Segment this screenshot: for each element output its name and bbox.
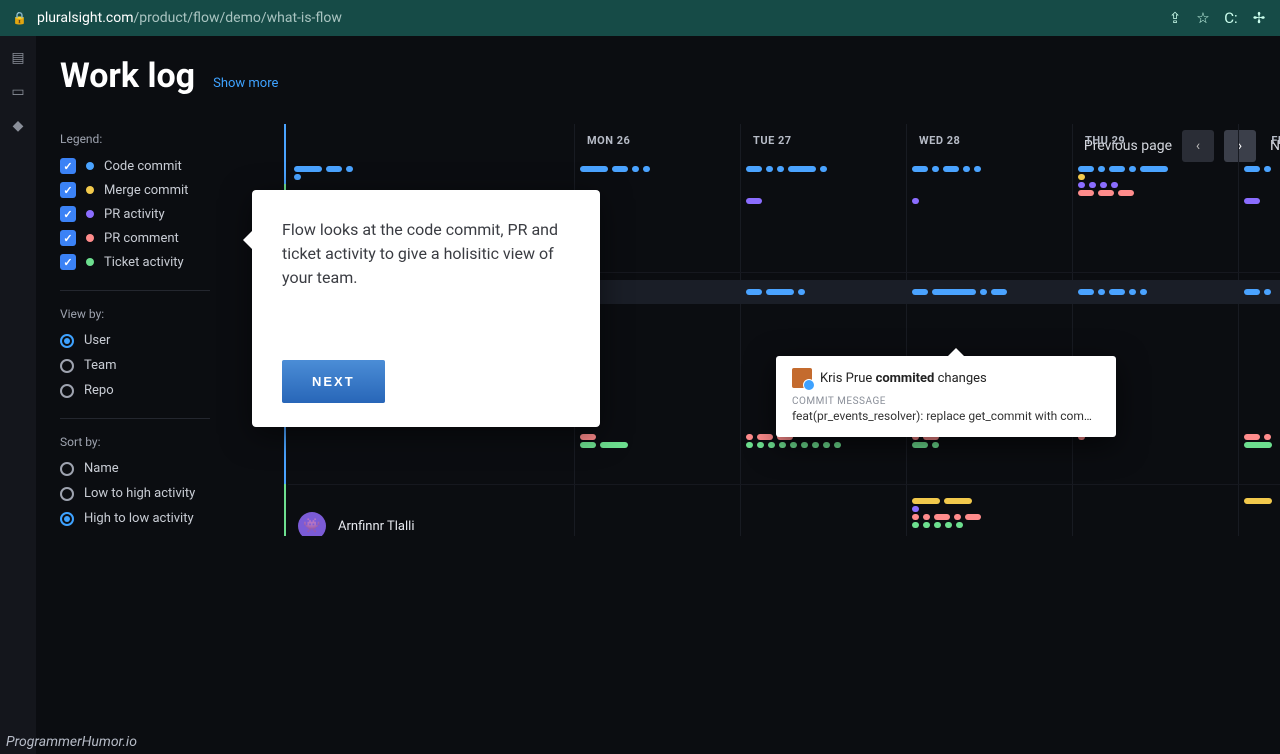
sort-by-label: Sort by:: [60, 435, 250, 449]
checkbox-icon: ✓: [60, 230, 76, 246]
legend-dot-icon: [86, 258, 94, 266]
legend-item-code-commit[interactable]: ✓ Code commit: [60, 158, 250, 174]
filters-sidebar: Legend: ✓ Code commit ✓ Merge commit ✓ P…: [60, 124, 250, 536]
legend-item-pr-activity[interactable]: ✓ PR activity: [60, 206, 250, 222]
tooltip-user: Kris Prue: [820, 371, 872, 386]
share-icon[interactable]: ⇪: [1166, 9, 1184, 27]
radio-icon: [60, 487, 74, 501]
tooltip-action-strong: commited: [876, 371, 935, 386]
sort-by-high-low[interactable]: High to low activity: [60, 511, 250, 526]
url-display[interactable]: pluralsight.com/product/flow/demo/what-i…: [37, 10, 1156, 26]
day-header: MON 26: [575, 124, 740, 167]
avatar-icon: 👾: [298, 512, 326, 536]
app-root: Work log Show more Previous page ‹ › N L…: [36, 36, 1280, 754]
legend-dot-icon: [86, 162, 94, 170]
day-header: FRI 30: [1239, 124, 1280, 167]
view-by-label: View by:: [60, 307, 250, 321]
checkbox-icon: ✓: [60, 182, 76, 198]
nav-icon-1[interactable]: ▤: [11, 50, 24, 66]
url-path: /product/flow/demo/what-is-flow: [134, 10, 342, 26]
legend-item-label: Ticket activity: [104, 255, 184, 270]
radio-icon: [60, 384, 74, 398]
tour-next-button[interactable]: NEXT: [282, 360, 385, 403]
tour-text: Flow looks at the code commit, PR and ti…: [282, 218, 570, 290]
sort-by-low-high[interactable]: Low to high activity: [60, 486, 250, 501]
extension-plus-icon[interactable]: ✢: [1250, 9, 1268, 27]
nav-icon-2[interactable]: ▭: [11, 84, 24, 100]
legend-label: Legend:: [60, 132, 250, 146]
radio-icon: [60, 462, 74, 476]
legend-item-label: Merge commit: [104, 183, 188, 198]
divider: [60, 290, 210, 291]
radio-label: High to low activity: [84, 511, 194, 526]
legend-dot-icon: [86, 210, 94, 218]
day-header: WED 28: [907, 124, 1072, 167]
tooltip-action-rest: changes: [938, 371, 987, 386]
page-header: Work log Show more: [60, 56, 1280, 96]
lock-icon: 🔒: [12, 11, 27, 25]
app-nav-rail: ▤ ▭ ◆: [0, 36, 36, 754]
radio-icon: [60, 359, 74, 373]
view-by-repo[interactable]: Repo: [60, 383, 250, 398]
radio-icon: [60, 334, 74, 348]
divider: [60, 418, 210, 419]
person-name: Arnfinnr Tlalli: [338, 519, 414, 534]
watermark: ProgrammerHumor.io: [6, 734, 137, 750]
extension-c-icon[interactable]: C:: [1222, 9, 1240, 27]
activity-row: [288, 496, 1280, 536]
commit-tooltip: Kris Prue commited changes COMMIT MESSAG…: [776, 356, 1116, 437]
radio-label: Repo: [84, 383, 114, 398]
tooltip-commit-message: feat(pr_events_resolver): replace get_co…: [792, 409, 1100, 423]
onboarding-tour-popover: Flow looks at the code commit, PR and ti…: [252, 190, 600, 427]
nav-icon-3[interactable]: ◆: [13, 118, 24, 134]
view-by-team[interactable]: Team: [60, 358, 250, 373]
star-icon[interactable]: ☆: [1194, 9, 1212, 27]
checkbox-icon: ✓: [60, 206, 76, 222]
legend-item-label: PR activity: [104, 207, 165, 222]
legend-dot-icon: [86, 234, 94, 242]
day-header: TUE 27: [741, 124, 906, 167]
radio-label: Team: [84, 358, 117, 373]
radio-label: User: [84, 333, 110, 348]
page-title: Work log: [60, 56, 195, 96]
tooltip-title: Kris Prue commited changes: [820, 371, 987, 386]
day-header: THU 29: [1073, 124, 1238, 167]
sort-by-name[interactable]: Name: [60, 461, 250, 476]
person-row[interactable]: 👾 Arnfinnr Tlalli: [298, 512, 414, 536]
tooltip-avatar-icon: [792, 368, 812, 388]
legend-dot-icon: [86, 186, 94, 194]
url-host: pluralsight.com: [37, 10, 134, 26]
radio-label: Name: [84, 461, 119, 476]
view-by-user[interactable]: User: [60, 333, 250, 348]
browser-address-bar: 🔒 pluralsight.com/product/flow/demo/what…: [0, 0, 1280, 36]
legend-item-merge-commit[interactable]: ✓ Merge commit: [60, 182, 250, 198]
legend-item-pr-comment[interactable]: ✓ PR comment: [60, 230, 250, 246]
row-separator: [288, 484, 1280, 485]
radio-label: Low to high activity: [84, 486, 195, 501]
legend-item-label: PR comment: [104, 231, 179, 246]
radio-icon: [60, 512, 74, 526]
legend-item-ticket-activity[interactable]: ✓ Ticket activity: [60, 254, 250, 270]
show-more-link[interactable]: Show more: [213, 76, 278, 91]
checkbox-icon: ✓: [60, 254, 76, 270]
legend-item-label: Code commit: [104, 159, 182, 174]
tooltip-commit-label: COMMIT MESSAGE: [792, 396, 1100, 407]
checkbox-icon: ✓: [60, 158, 76, 174]
